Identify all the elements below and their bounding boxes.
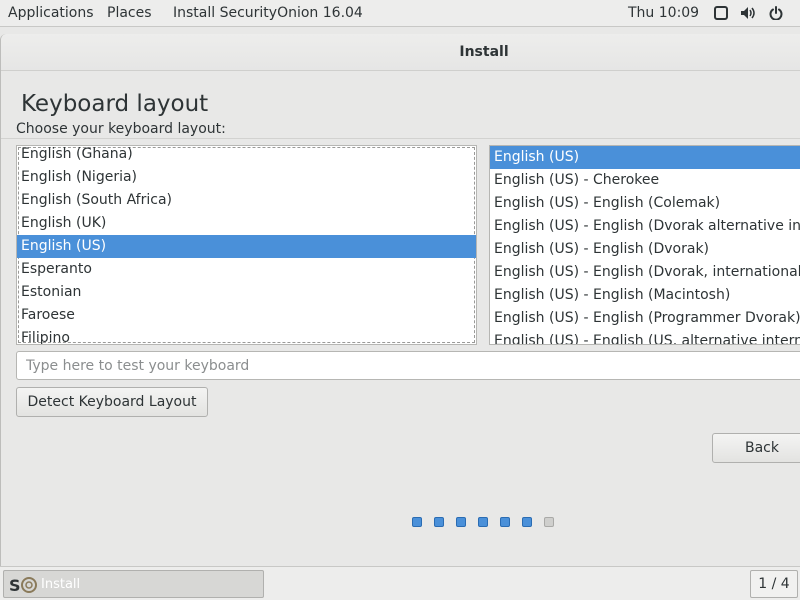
layout-item-selected[interactable]: English (US): [17, 235, 476, 258]
window-title: Install: [459, 44, 509, 60]
layout-item[interactable]: English (South Africa): [17, 189, 476, 212]
taskbar-item-install[interactable]: S Install: [3, 570, 264, 598]
title-bar[interactable]: Install: [1, 34, 800, 71]
variant-item-selected[interactable]: English (US): [490, 146, 800, 169]
app-menu[interactable]: Install SecurityOnion 16.04: [173, 5, 363, 21]
step-dot-complete: [412, 517, 422, 527]
variant-item[interactable]: English (US) - English (Dvorak alternati…: [490, 215, 800, 238]
step-dot-pending: [544, 517, 554, 527]
applications-menu[interactable]: Applications: [8, 5, 94, 21]
detect-layout-button[interactable]: Detect Keyboard Layout: [16, 387, 208, 417]
variant-item[interactable]: English (US) - English (Macintosh): [490, 284, 800, 307]
variant-item[interactable]: English (US) - English (Programmer Dvora…: [490, 307, 800, 330]
workspace-pager[interactable]: 1 / 4: [750, 570, 798, 598]
variant-item[interactable]: English (US) - English (Colemak): [490, 192, 800, 215]
step-dot-complete: [522, 517, 532, 527]
clock[interactable]: Thu 10:09: [628, 5, 699, 21]
volume-icon[interactable]: [740, 5, 756, 21]
svg-text:S: S: [9, 576, 21, 594]
variant-item[interactable]: English (US) - Cherokee: [490, 169, 800, 192]
page-title: Keyboard layout: [21, 91, 209, 117]
layout-prompt: Choose your keyboard layout:: [16, 121, 226, 137]
step-dot-complete: [434, 517, 444, 527]
layout-item[interactable]: English (Ghana): [17, 146, 476, 166]
securityonion-logo-icon: S: [9, 576, 39, 595]
step-dot-complete: [500, 517, 510, 527]
variant-item[interactable]: English (US) - English (Dvorak): [490, 238, 800, 261]
layout-list[interactable]: English (Ghana) English (Nigeria) Englis…: [16, 145, 477, 345]
window-icon[interactable]: [713, 5, 729, 21]
places-menu[interactable]: Places: [107, 5, 152, 21]
layout-item[interactable]: Filipino: [17, 327, 476, 344]
layout-item[interactable]: English (Nigeria): [17, 166, 476, 189]
variant-list[interactable]: English (US) English (US) - Cherokee Eng…: [489, 145, 800, 345]
back-button[interactable]: Back: [712, 433, 800, 463]
layout-item[interactable]: Faroese: [17, 304, 476, 327]
variant-item[interactable]: English (US) - English (Dvorak, internat…: [490, 261, 800, 284]
step-dot-complete: [478, 517, 488, 527]
variant-item[interactable]: English (US) - English (US, alternative …: [490, 330, 800, 344]
step-dot-complete: [456, 517, 466, 527]
layout-item[interactable]: Esperanto: [17, 258, 476, 281]
taskbar-item-label: Install: [41, 577, 81, 592]
keyboard-test-input[interactable]: [16, 351, 800, 380]
layout-item[interactable]: English (UK): [17, 212, 476, 235]
power-icon[interactable]: [768, 5, 784, 21]
layout-item[interactable]: Estonian: [17, 281, 476, 304]
top-panel: Applications Places Install SecurityOnio…: [0, 0, 800, 27]
bottom-panel: S Install 1 / 4: [0, 566, 800, 600]
